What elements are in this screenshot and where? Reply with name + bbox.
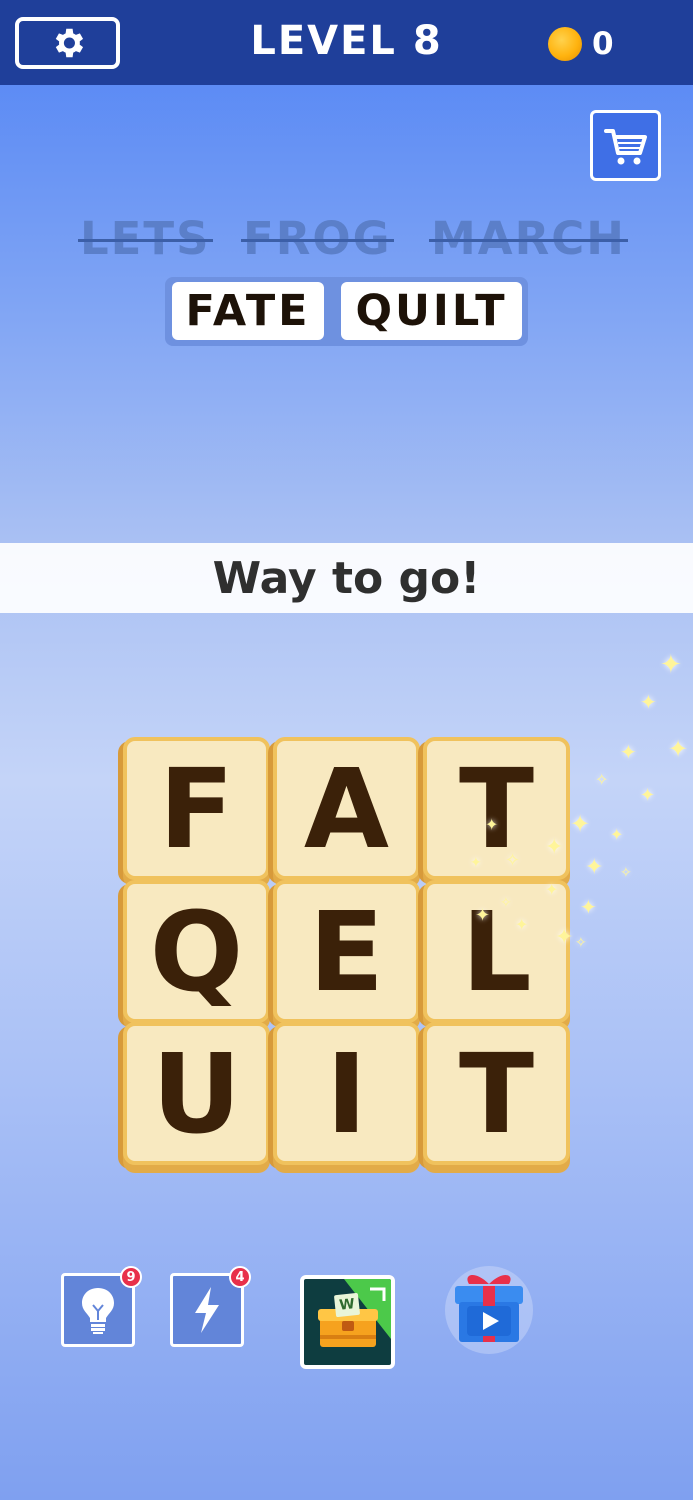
gift-video-icon bbox=[445, 1266, 533, 1354]
coin-counter: 0 bbox=[548, 26, 614, 62]
treasure-chest-icon bbox=[318, 1279, 391, 1347]
found-word: FROG bbox=[241, 212, 394, 265]
letter-tile[interactable]: I bbox=[273, 1022, 420, 1165]
letter-tile[interactable]: U bbox=[123, 1022, 270, 1165]
boost-button[interactable]: 4 bbox=[170, 1266, 251, 1347]
hint-count-badge: 9 bbox=[120, 1266, 142, 1288]
lightbulb-icon bbox=[82, 1288, 114, 1334]
cart-icon bbox=[603, 128, 647, 164]
top-bar: LEVEL 8 0 bbox=[0, 0, 693, 85]
target-word: FATE bbox=[172, 282, 324, 340]
letter-tile[interactable]: A bbox=[273, 737, 420, 880]
word-chest-button[interactable]: W bbox=[300, 1275, 395, 1369]
found-word: MARCH bbox=[429, 212, 628, 265]
chest-word-card: W bbox=[333, 1292, 361, 1318]
letter-tile[interactable]: F bbox=[123, 737, 270, 880]
lightning-icon bbox=[195, 1287, 219, 1333]
found-word: LETS bbox=[78, 212, 213, 265]
letter-tile[interactable]: Q bbox=[123, 880, 270, 1023]
letter-tile[interactable]: T bbox=[423, 1022, 570, 1165]
coin-icon bbox=[548, 27, 582, 61]
hint-button[interactable]: 9 bbox=[61, 1266, 142, 1347]
target-word: QUILT bbox=[341, 282, 522, 340]
boost-count-badge: 4 bbox=[229, 1266, 251, 1288]
success-banner: Way to go! bbox=[0, 543, 693, 613]
video-gift-button[interactable] bbox=[445, 1262, 533, 1357]
coin-count: 0 bbox=[592, 26, 614, 62]
letter-tile[interactable]: E bbox=[273, 880, 420, 1023]
letter-tile[interactable]: L bbox=[423, 880, 570, 1023]
shop-button[interactable] bbox=[590, 110, 661, 181]
